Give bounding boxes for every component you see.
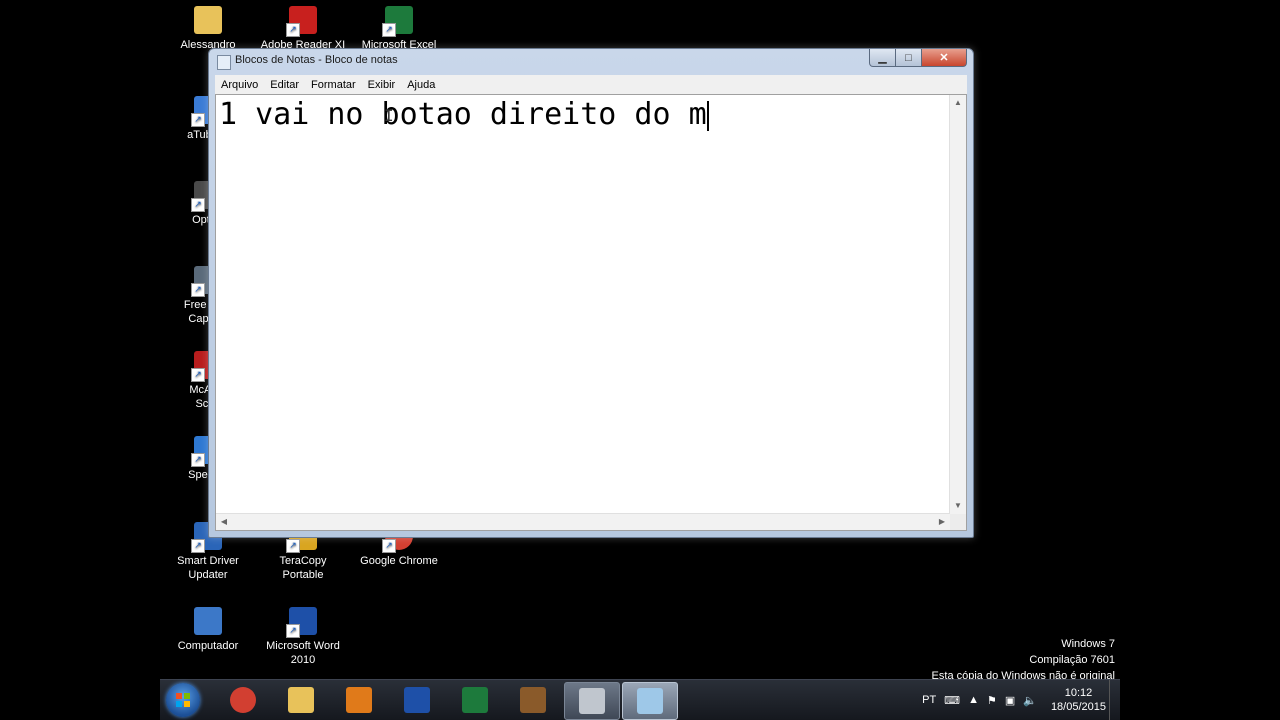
scroll-right-icon[interactable]: ▶ [934,514,950,530]
maximize-button[interactable]: □ [896,49,922,67]
excel-icon: ↗ [382,6,413,37]
editor-content: 1 vai no botao direito do m [219,97,707,132]
desktop-icon-label: Microsoft Word [266,640,340,652]
menu-exibir[interactable]: Exibir [362,79,402,91]
taskbar-excel[interactable] [448,682,502,718]
notepad-icon [637,688,663,714]
pdf-icon: ↗ [286,6,317,37]
menu-bar: Arquivo Editar Formatar Exibir Ajuda [215,75,967,94]
vertical-scrollbar[interactable]: ▲ ▼ [949,95,966,514]
system-tray: PT ⌨ ▲ ⚑ ▣ 🔈 10:12 18/05/2015 [918,680,1106,720]
taskbar-chrome[interactable] [216,682,270,718]
scrollbar-corner [950,514,966,530]
window-controls: ▁ □ ✕ [869,49,967,67]
word-icon: ↗ [286,607,317,638]
taskbar: PT ⌨ ▲ ⚑ ▣ 🔈 10:12 18/05/2015 [160,679,1120,720]
scroll-left-icon[interactable]: ◀ [216,514,232,530]
title-bar[interactable]: Blocos de Notas - Bloco de notas ▁ □ ✕ [209,49,973,73]
taskbar-game[interactable] [506,682,560,718]
scroll-up-icon[interactable]: ▲ [950,95,966,111]
clock-date: 18/05/2015 [1050,701,1106,713]
watermark-line1: Windows 7 [1061,638,1115,650]
show-hidden-icons-icon[interactable]: ▲ [968,694,979,706]
taskbar-camera[interactable] [564,682,620,720]
scroll-down-icon[interactable]: ▼ [950,498,966,514]
desktop-icon-alessandro[interactable]: Alessandro [163,6,253,52]
language-indicator[interactable]: PT [922,694,936,706]
window-title: Blocos de Notas - Bloco de notas [235,54,398,66]
game-icon [520,687,546,713]
notepad-window[interactable]: Blocos de Notas - Bloco de notas ▁ □ ✕ A… [208,48,974,538]
word-icon [404,687,430,713]
chrome-icon [230,687,256,713]
editor-text: 1 vai no botao direito do m [219,97,709,132]
desktop-icon-label-line2: 2010 [290,654,316,666]
desktop: Alessandro ↗ Adobe Reader XI ↗ Microsoft… [160,0,1120,720]
desktop-icon-label: TeraCopy Portable [279,555,327,581]
desktop-icon-word[interactable]: ↗ Microsoft Word 2010 [258,607,348,667]
excel-icon [462,687,488,713]
menu-ajuda[interactable]: Ajuda [401,79,441,91]
desktop-icon-adobe-reader[interactable]: ↗ Adobe Reader XI [258,6,348,52]
taskbar-word[interactable] [390,682,444,718]
network-icon[interactable]: ▣ [1005,694,1015,707]
keyboard-icon[interactable]: ⌨ [944,694,960,707]
taskbar-explorer[interactable] [274,682,328,718]
computer-icon [194,607,222,635]
folder-icon [194,6,222,34]
menu-formatar[interactable]: Formatar [305,79,362,91]
camera-icon [579,688,605,714]
desktop-icon-excel[interactable]: ↗ Microsoft Excel [354,6,444,52]
menu-arquivo[interactable]: Arquivo [215,79,264,91]
show-desktop-button[interactable] [1109,680,1120,720]
volume-icon[interactable]: 🔈 [1023,694,1037,707]
close-button[interactable]: ✕ [922,49,967,67]
windows-logo-icon [176,693,190,707]
action-center-flag-icon[interactable]: ⚑ [987,694,997,707]
ibeam-cursor-icon: I [384,106,394,125]
clock-time: 10:12 [1064,687,1093,699]
menu-editar[interactable]: Editar [264,79,305,91]
desktop-icon-label: Smart Driver [177,555,239,567]
minimize-button[interactable]: ▁ [869,49,896,67]
start-button[interactable] [166,683,200,717]
watermark-line2: Compilação 7601 [1029,654,1115,666]
windows-watermark: Windows 7 Compilação 7601 Esta cópia do … [932,636,1115,684]
text-editor[interactable]: 1 vai no botao direito do m ▲ ▼ ◀ ▶ [215,94,967,531]
desktop-icon-computer[interactable]: Computador [163,607,253,653]
clock[interactable]: 10:12 18/05/2015 [1051,686,1106,714]
taskbar-media-player[interactable] [332,682,386,718]
notepad-app-icon[interactable] [217,55,231,70]
horizontal-scrollbar[interactable]: ◀ ▶ [216,513,950,530]
desktop-icon-label: Computador [177,640,239,652]
text-caret [706,100,709,131]
desktop-icon-label-line2: Updater [188,569,228,581]
explorer-icon [288,687,314,713]
desktop-icon-label: Google Chrome [360,555,438,567]
media-player-icon [346,687,372,713]
taskbar-notepad[interactable] [622,682,678,720]
